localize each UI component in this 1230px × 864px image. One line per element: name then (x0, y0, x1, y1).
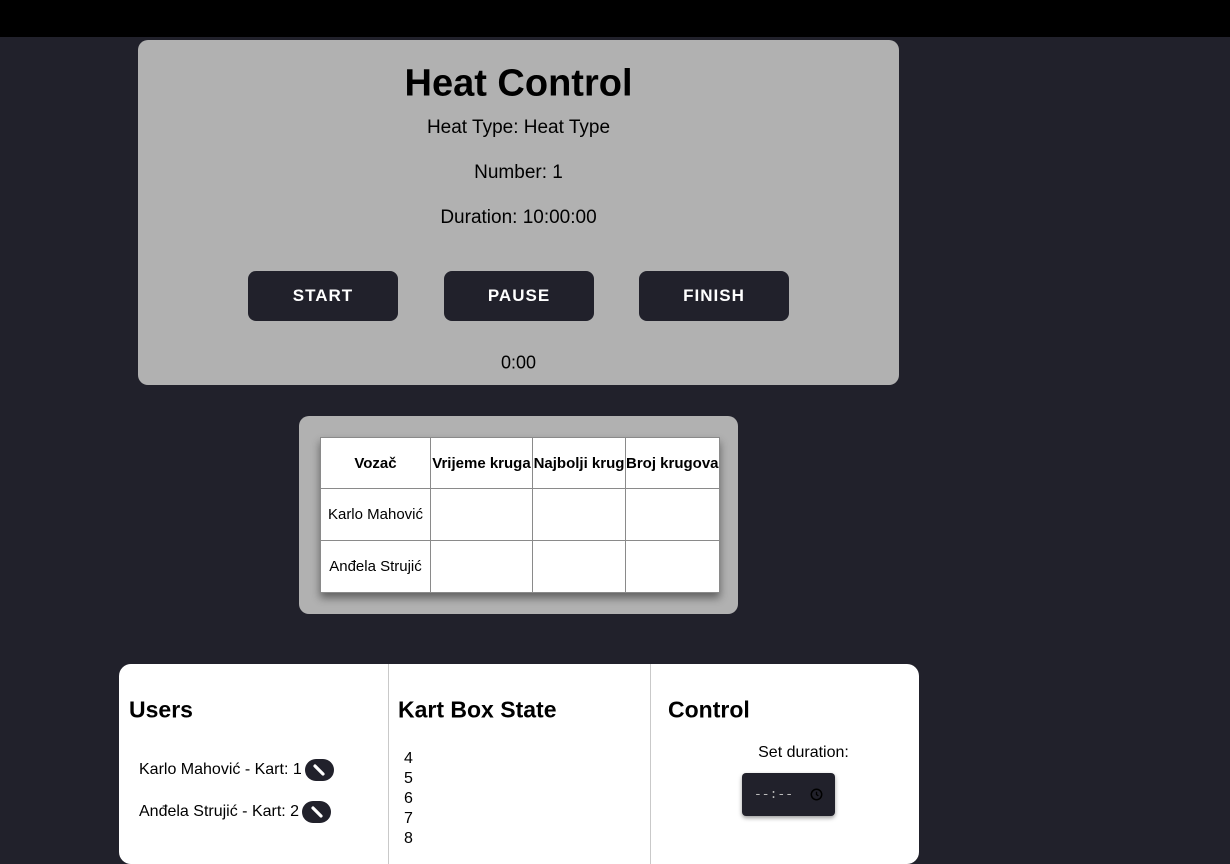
heat-duration-text: Duration: 10:00:00 (440, 207, 597, 228)
user-label: Anđela Strujić - Kart: 2 (139, 803, 300, 820)
management-panel: Users Karlo Mahović - Kart: 1 Anđela Str… (119, 664, 919, 864)
table-cell-lap-count (625, 540, 720, 593)
user-label: Karlo Mahović - Kart: 1 (139, 761, 302, 778)
table-cell-lap-count (625, 488, 720, 541)
kart-box-title: Kart Box State (398, 696, 557, 723)
finish-button[interactable]: FINISH (639, 271, 789, 321)
page-title: Heat Control (404, 62, 633, 105)
pencil-icon (310, 806, 323, 818)
column-header-best-lap: Najbolji krug (532, 437, 626, 489)
heat-control-panel: Heat Control Heat Type: Heat Type Number… (138, 40, 899, 385)
table-row: Anđela Strujić (320, 540, 720, 593)
set-duration-label: Set duration: (758, 744, 849, 761)
column-header-driver: Vozač (320, 437, 431, 489)
table-row: Karlo Mahović (320, 488, 720, 541)
heat-number-text: Number: 1 (474, 162, 563, 183)
pause-button[interactable]: PAUSE (444, 271, 594, 321)
control-title: Control (668, 696, 750, 723)
heat-timer: 0:00 (500, 352, 537, 373)
users-section: Users Karlo Mahović - Kart: 1 Anđela Str… (119, 664, 388, 864)
clock-icon[interactable] (810, 788, 823, 801)
table-cell-driver: Karlo Mahović (320, 488, 431, 541)
control-section: Control Set duration: --:-- (650, 664, 919, 864)
results-panel: Vozač Vrijeme kruga Najbolji krug Broj k… (299, 416, 738, 614)
table-cell-best-lap (532, 488, 626, 541)
pencil-icon (313, 764, 325, 776)
list-item: 6 (404, 790, 413, 807)
table-cell-lap-time (430, 488, 533, 541)
list-item: 7 (404, 810, 413, 827)
duration-input-placeholder: --:-- (754, 787, 794, 802)
column-header-lap-count: Broj krugova (625, 437, 720, 489)
list-item: 5 (404, 770, 413, 787)
table-cell-lap-time (430, 540, 533, 593)
list-item: Anđela Strujić - Kart: 2 (139, 801, 332, 823)
edit-user-button[interactable] (304, 759, 334, 781)
list-item: Karlo Mahović - Kart: 1 (139, 759, 334, 781)
heat-type-text: Heat Type: Heat Type (426, 117, 611, 138)
top-bar (0, 0, 1230, 37)
kart-box-list: 4 5 6 7 8 (404, 749, 413, 849)
table-cell-driver: Anđela Strujić (320, 540, 431, 593)
column-header-lap-time: Vrijeme kruga (430, 437, 533, 489)
edit-user-button[interactable] (302, 801, 332, 823)
list-item: 8 (404, 830, 413, 847)
table-header-row: Vozač Vrijeme kruga Najbolji krug Broj k… (320, 437, 720, 489)
results-table: Vozač Vrijeme kruga Najbolji krug Broj k… (320, 437, 720, 593)
kart-box-section: Kart Box State 4 5 6 7 8 (388, 664, 651, 864)
start-button[interactable]: START (248, 271, 398, 321)
duration-time-input[interactable]: --:-- (742, 773, 835, 816)
table-cell-best-lap (532, 540, 626, 593)
users-title: Users (129, 696, 193, 723)
list-item: 4 (404, 750, 413, 767)
